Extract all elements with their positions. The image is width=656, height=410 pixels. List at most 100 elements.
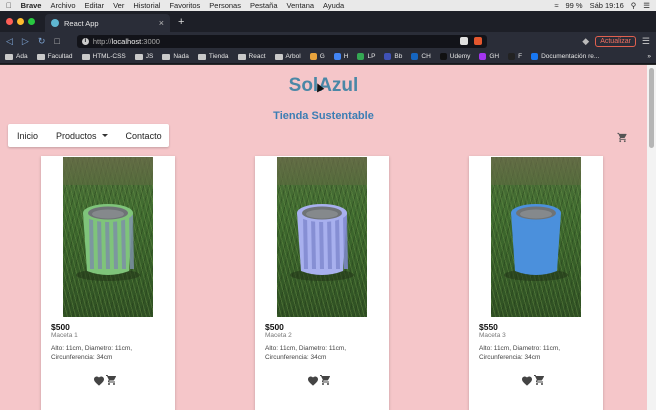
site-navbar: Inicio Productos Contacto xyxy=(8,124,169,147)
bookmark-label: React xyxy=(248,53,266,60)
bookmark-html-css[interactable]: HTML-CSS xyxy=(81,53,126,60)
bookmark-h[interactable]: H xyxy=(333,53,348,60)
product-card[interactable]: $550 Maceta 3 Alto: 11cm, Diametro: 11cm, … xyxy=(469,156,603,410)
menu-personas[interactable]: Personas xyxy=(209,1,241,10)
bookmark-react[interactable]: React xyxy=(237,53,266,60)
url-host: localhost xyxy=(111,36,142,46)
reload-icon[interactable]: ↻ xyxy=(38,36,46,47)
control-center-icon[interactable]: ☰ xyxy=(643,1,650,10)
cart-icon[interactable] xyxy=(617,132,628,143)
add-to-cart-icon[interactable] xyxy=(533,374,546,386)
bookmark-ch[interactable]: CH xyxy=(411,53,431,60)
menu-ver[interactable]: Ver xyxy=(113,1,124,10)
react-favicon-icon xyxy=(51,19,59,27)
product-description: Alto: 11cm, Diametro: 11cm, Circunferenc… xyxy=(479,345,561,361)
update-button[interactable]: Actualizar xyxy=(595,35,636,47)
browser-tab-strip: React App × + xyxy=(0,11,656,32)
product-card[interactable]: $500 Maceta 2 Alto: 11cm, Diametro: 11cm, … xyxy=(255,156,389,410)
site-favicon-icon xyxy=(309,53,317,60)
nav-contacto[interactable]: Contacto xyxy=(117,131,171,141)
search-icon[interactable]: ⚲ xyxy=(631,1,637,10)
browser-toolbar: ◁ ▷ ↻ □ i http:// localhost :3000 ◆ Actu… xyxy=(0,32,656,50)
menu-favoritos[interactable]: Favoritos xyxy=(169,1,200,10)
site-info-icon[interactable]: i xyxy=(81,37,89,45)
tab-react-app[interactable]: React App × xyxy=(45,14,170,32)
forward-icon[interactable]: ▷ xyxy=(22,36,29,47)
product-description: Alto: 11cm, Diametro: 11cm, Circunferenc… xyxy=(265,345,347,361)
minimize-window-button[interactable] xyxy=(17,18,24,25)
heart-icon[interactable] xyxy=(307,375,319,386)
product-photo[interactable] xyxy=(63,157,153,317)
bookmarks-overflow-icon[interactable]: » xyxy=(647,53,651,60)
product-actions xyxy=(307,374,332,386)
bookmark-label: LP xyxy=(367,53,376,60)
url-port: :3000 xyxy=(141,36,160,46)
page-scrollbar[interactable] xyxy=(647,65,656,410)
bookmark-facultad[interactable]: Facultad xyxy=(36,53,73,60)
close-tab-icon[interactable]: × xyxy=(159,18,164,28)
bookmark-udemy[interactable]: Udemy xyxy=(439,53,470,60)
folder-icon xyxy=(81,53,90,60)
wifi-icon[interactable]: ≈ xyxy=(554,1,558,10)
folder-icon xyxy=(5,53,13,60)
nav-productos[interactable]: Productos xyxy=(47,131,117,141)
brave-shields-icon[interactable] xyxy=(459,37,468,45)
menu-editar[interactable]: Editar xyxy=(85,1,105,10)
site-brand[interactable]: SolAzul xyxy=(0,75,647,97)
bookmark-f[interactable]: F xyxy=(508,53,522,60)
bookmark-label: Arbol xyxy=(285,53,301,60)
site-favicon-icon xyxy=(357,53,365,60)
zoom-window-button[interactable] xyxy=(28,18,35,25)
bookmark-arbol[interactable]: Arbol xyxy=(274,53,301,60)
site-subtitle: Tienda Sustentable xyxy=(273,110,374,122)
bookmark-tienda[interactable]: Tienda xyxy=(197,53,229,60)
extensions-icon[interactable]: ◆ xyxy=(582,36,589,47)
folder-icon xyxy=(162,53,171,60)
scrollbar-thumb[interactable] xyxy=(649,68,654,148)
url-scheme: http:// xyxy=(92,36,112,46)
close-window-button[interactable] xyxy=(6,18,13,25)
folder-icon xyxy=(134,53,143,60)
heart-icon[interactable] xyxy=(521,375,533,386)
bookmark-gh[interactable]: GH xyxy=(479,53,499,60)
bookmark-nada[interactable]: Nada xyxy=(162,53,189,60)
bookmark-lp[interactable]: LP xyxy=(357,53,375,60)
site-favicon-icon xyxy=(508,53,516,60)
product-card[interactable]: $500 Maceta 1 Alto: 11cm, Diametro: 11cm, … xyxy=(41,156,175,410)
heart-icon[interactable] xyxy=(93,375,105,386)
bookmark-documentaci-n-re[interactable]: Documentación re... xyxy=(531,53,599,60)
bookmark-icon[interactable]: □ xyxy=(54,36,59,46)
menu-pestana[interactable]: Pestaña xyxy=(250,1,278,10)
bookmark-js[interactable]: JS xyxy=(134,53,154,60)
add-to-cart-icon[interactable] xyxy=(105,374,118,386)
new-tab-button[interactable]: + xyxy=(178,11,184,32)
menu-historial[interactable]: Historial xyxy=(133,1,160,10)
product-photo[interactable] xyxy=(277,157,367,317)
clock[interactable]: Sáb 19:16 xyxy=(590,1,624,10)
nav-inicio[interactable]: Inicio xyxy=(8,131,47,141)
site-favicon-icon xyxy=(531,53,539,60)
bookmark-label: JS xyxy=(145,53,154,60)
product-photo[interactable] xyxy=(491,157,581,317)
chevron-down-icon xyxy=(101,134,108,137)
app-menu-brave[interactable]: Brave xyxy=(21,1,42,10)
bookmark-ada[interactable]: Ada xyxy=(5,53,28,60)
bookmark-g[interactable]: G xyxy=(309,53,325,60)
brave-rewards-icon[interactable] xyxy=(473,37,482,45)
battery-text[interactable]: 99 % xyxy=(565,1,582,10)
browser-menu-icon[interactable]: ☰ xyxy=(642,36,650,47)
apple-icon[interactable]:  xyxy=(6,1,12,10)
bookmark-bb[interactable]: Bb xyxy=(384,53,402,60)
menu-ayuda[interactable]: Ayuda xyxy=(323,1,344,10)
back-icon[interactable]: ◁ xyxy=(6,36,13,47)
menu-ventana[interactable]: Ventana xyxy=(287,1,315,10)
bookmark-label: Nada xyxy=(173,53,189,60)
add-to-cart-icon[interactable] xyxy=(319,374,332,386)
bookmark-label: Documentación re... xyxy=(541,53,600,60)
bookmark-label: CH xyxy=(421,53,431,60)
product-name: Maceta 2 xyxy=(265,332,292,339)
pot-illustration xyxy=(76,204,140,281)
address-bar[interactable]: i http:// localhost :3000 xyxy=(76,34,487,48)
site-favicon-icon xyxy=(411,53,419,60)
menu-archivo[interactable]: Archivo xyxy=(50,1,75,10)
